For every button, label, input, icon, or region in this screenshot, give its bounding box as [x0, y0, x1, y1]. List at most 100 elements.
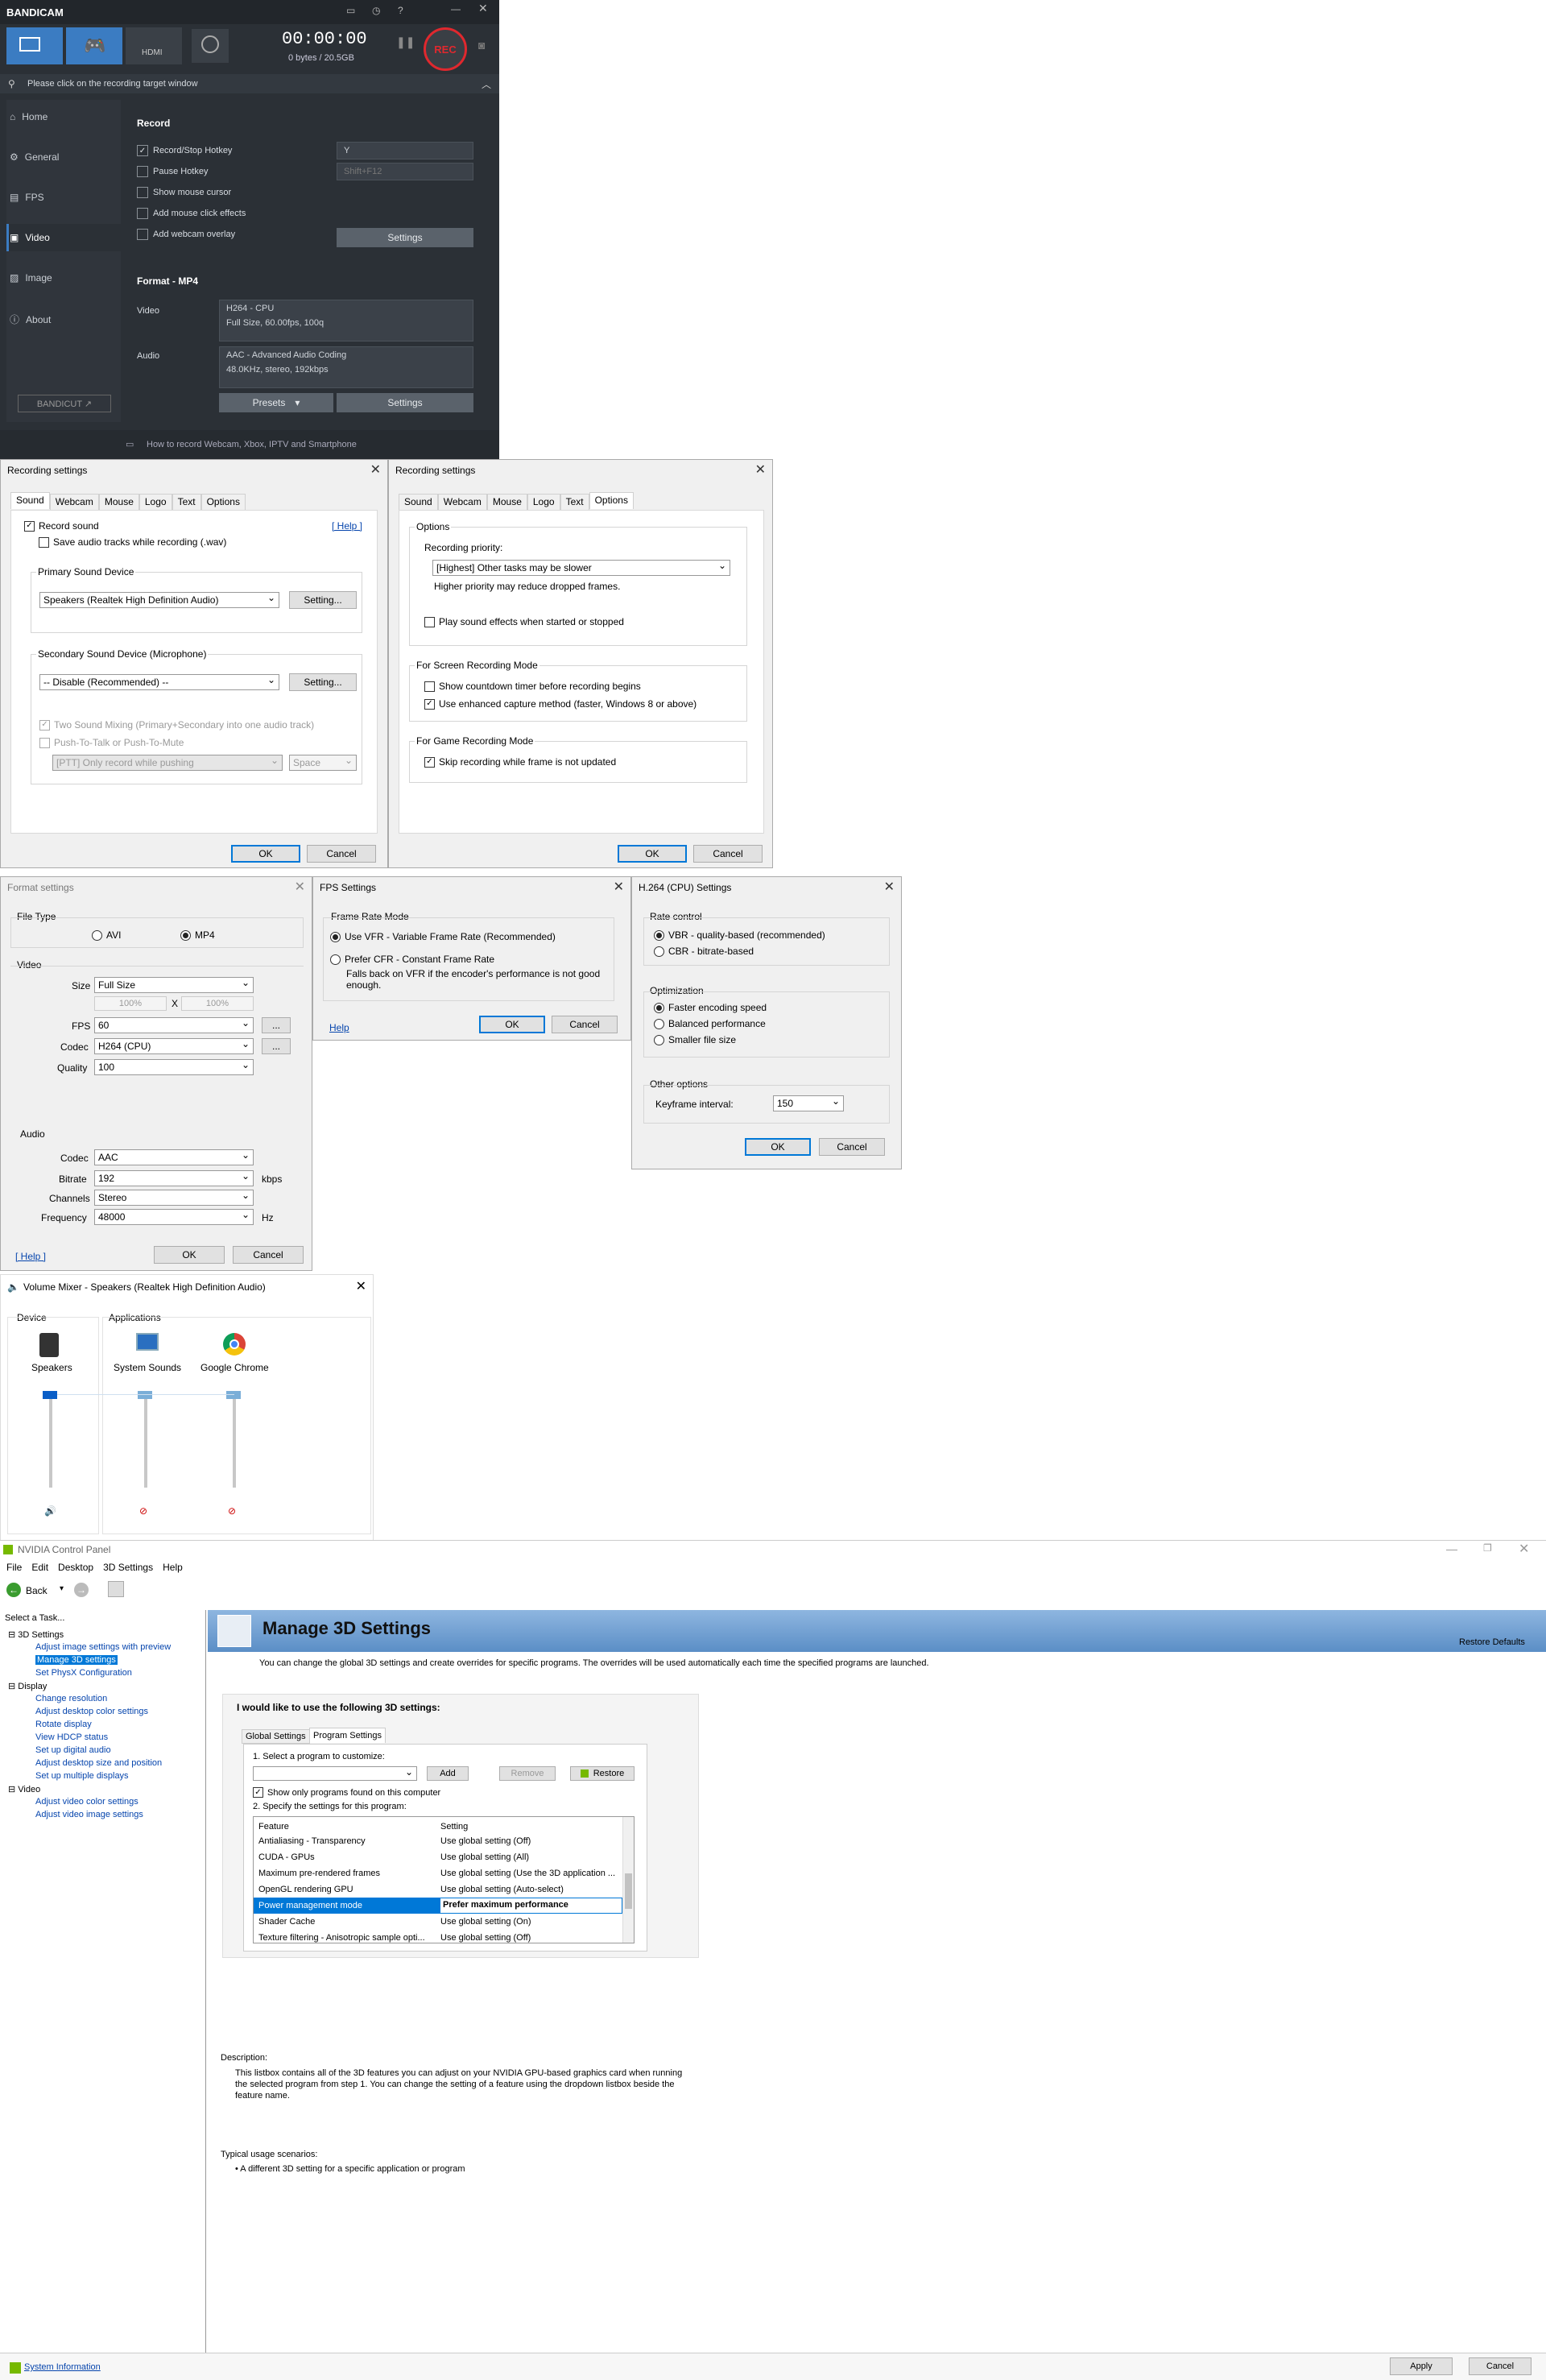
close-icon[interactable]: ✕ [884, 879, 895, 895]
home-icon[interactable] [108, 1581, 124, 1597]
hotkey-field[interactable]: Y [337, 142, 473, 159]
height-percent[interactable]: 100% [181, 996, 254, 1011]
tab-logo[interactable]: Logo [527, 494, 560, 511]
menu-desktop[interactable]: Desktop [58, 1562, 93, 1573]
opt-click-effects[interactable]: Add mouse click effects [137, 208, 246, 219]
keyframe-select[interactable]: 150 [773, 1095, 844, 1111]
audio-codec-select[interactable]: AAC [94, 1149, 254, 1165]
avi-radio[interactable]: AVI [92, 929, 121, 941]
radio[interactable] [330, 931, 341, 942]
secondary-device-select[interactable]: -- Disable (Recommended) -- [39, 674, 279, 690]
setting-cell[interactable]: Prefer maximum performance [440, 1898, 622, 1913]
checkbox[interactable] [39, 737, 50, 748]
tab-program-settings[interactable]: Program Settings [309, 1728, 386, 1743]
checkbox[interactable]: ✓ [424, 698, 435, 710]
speakers-slider-track[interactable] [49, 1394, 52, 1488]
skip-frames-checkbox[interactable]: ✓ Skip recording while frame is not updat… [424, 756, 616, 768]
bitrate-select[interactable]: 192 [94, 1170, 254, 1186]
nav-general[interactable]: ⚙ General [10, 151, 59, 163]
tab-global-settings[interactable]: Global Settings [242, 1729, 310, 1744]
opt-show-cursor[interactable]: Show mouse cursor [137, 187, 231, 198]
tree-item[interactable]: Adjust video image settings [35, 1810, 143, 1819]
collapse-icon[interactable]: ⊟ [8, 1630, 18, 1640]
forward-arrow-icon[interactable]: → [74, 1583, 89, 1597]
speakers-mute-icon[interactable]: 🔊 [44, 1505, 56, 1517]
radio[interactable] [654, 1002, 664, 1013]
minimize-icon[interactable]: — [451, 3, 461, 14]
nav-home[interactable]: ⌂ Home [10, 111, 48, 122]
tree-category[interactable]: ⊟ Display [8, 1681, 47, 1691]
folder-icon[interactable]: ▭ [346, 5, 355, 16]
checkbox[interactable] [137, 229, 148, 240]
close-icon[interactable]: ✕ [1519, 1541, 1529, 1557]
record-sound-checkbox[interactable]: ✓ Record sound [24, 520, 99, 532]
tab-sound[interactable]: Sound [399, 494, 438, 511]
secondary-setting-button[interactable]: Setting... [289, 673, 357, 691]
close-icon[interactable]: ✕ [478, 2, 488, 15]
vbr-radio[interactable]: VBR - quality-based (recommended) [654, 929, 825, 941]
radio[interactable] [654, 929, 664, 941]
pause-hotkey-field[interactable]: Shift+F12 [337, 163, 473, 180]
ok-button[interactable]: OK [618, 845, 687, 863]
help-link[interactable]: [ Help ] [15, 1251, 46, 1262]
table-row[interactable]: OpenGL rendering GPU Use global setting (… [254, 1881, 632, 1898]
table-row[interactable]: Power management mode Prefer maximum perf… [254, 1898, 632, 1914]
tree-item[interactable]: Adjust image settings with preview [35, 1642, 171, 1652]
checkbox[interactable] [137, 187, 148, 198]
save-tracks-checkbox[interactable]: Save audio tracks while recording (.wav) [39, 536, 226, 548]
tree-category[interactable]: ⊟ Video [8, 1784, 40, 1794]
cancel-button[interactable]: Cancel [693, 845, 763, 863]
balanced-radio[interactable]: Balanced performance [654, 1018, 766, 1029]
back-button[interactable]: Back [26, 1585, 48, 1596]
hdmi-mode-button[interactable]: HDMI [126, 27, 182, 64]
table-row[interactable]: CUDA - GPUs Use global setting (All) [254, 1849, 632, 1865]
tab-text[interactable]: Text [560, 494, 589, 511]
tree-item[interactable]: Set up digital audio [35, 1745, 111, 1755]
channels-select[interactable]: Stereo [94, 1190, 254, 1206]
play-sfx-checkbox[interactable]: Play sound effects when started or stopp… [424, 616, 624, 627]
fps-select[interactable]: 60 [94, 1017, 254, 1033]
checkbox[interactable] [424, 681, 435, 692]
webcam-settings-button[interactable]: Settings [337, 228, 473, 247]
ptt-key-field[interactable]: Space [289, 755, 357, 771]
system-mute-icon[interactable]: ⊘ [139, 1505, 147, 1517]
rec-button[interactable]: REC [424, 27, 467, 71]
tree-category[interactable]: ⊟ 3D Settings [8, 1629, 64, 1640]
menu-3d-settings[interactable]: 3D Settings [103, 1562, 153, 1573]
fps-more-button[interactable]: ... [262, 1017, 291, 1033]
tree-item[interactable]: Adjust desktop size and position [35, 1758, 162, 1768]
scrollbar-thumb[interactable] [625, 1873, 632, 1909]
format-settings-button[interactable]: Settings [337, 393, 473, 412]
collapse-icon[interactable]: ⊟ [8, 1682, 18, 1691]
clock-icon[interactable]: ◷ [372, 5, 380, 16]
menu-edit[interactable]: Edit [31, 1562, 48, 1573]
nav-image[interactable]: ▨ Image [10, 272, 52, 284]
restore-button[interactable]: Restore [570, 1766, 635, 1781]
system-information-link[interactable]: System Information [24, 2362, 101, 2372]
frequency-select[interactable]: 48000 [94, 1209, 254, 1225]
menu-file[interactable]: File [6, 1562, 22, 1573]
tab-mouse[interactable]: Mouse [486, 494, 527, 511]
pause-icon[interactable]: ❚❚ [396, 35, 415, 49]
show-only-checkbox[interactable]: ✓ Show only programs found on this comput… [253, 1787, 440, 1798]
width-percent[interactable]: 100% [94, 996, 167, 1011]
opt-record-hotkey[interactable]: ✓ Record/Stop Hotkey [137, 145, 232, 156]
radio[interactable] [92, 929, 102, 941]
radio[interactable] [654, 1018, 664, 1029]
cbr-radio[interactable]: CBR - bitrate-based [654, 946, 754, 957]
chrome-slider-track[interactable] [233, 1394, 236, 1488]
collapse-icon[interactable]: ︿ [482, 77, 491, 91]
minimize-icon[interactable]: — [1446, 1542, 1457, 1555]
codec-more-button[interactable]: ... [262, 1038, 291, 1054]
vfr-radio[interactable]: Use VFR - Variable Frame Rate (Recommend… [330, 931, 556, 942]
table-row[interactable]: Maximum pre-rendered frames Use global se… [254, 1865, 632, 1881]
smaller-radio[interactable]: Smaller file size [654, 1034, 736, 1045]
chevron-down-icon[interactable]: ▾ [60, 1584, 64, 1593]
back-arrow-icon[interactable]: ← [6, 1583, 21, 1597]
tab-webcam[interactable]: Webcam [49, 494, 99, 511]
mp4-radio[interactable]: MP4 [180, 929, 215, 941]
priority-select[interactable]: [Highest] Other tasks may be slower [432, 560, 730, 576]
nav-about[interactable]: ⓘ About [10, 313, 51, 326]
camera-icon[interactable]: ◙ [478, 39, 485, 52]
ok-button[interactable]: OK [745, 1138, 811, 1156]
